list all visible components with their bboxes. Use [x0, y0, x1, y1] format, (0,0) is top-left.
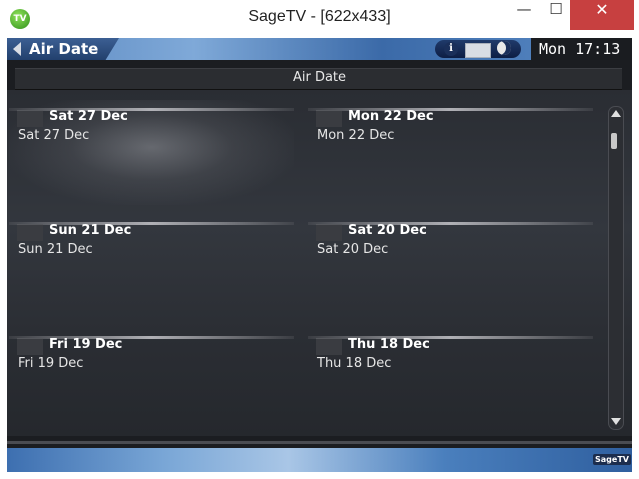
item-subtitle: Thu 18 Dec: [317, 356, 392, 371]
item-title: Sun 21 Dec: [49, 223, 132, 238]
grid-item-4[interactable]: Fri 19 Dec Fri 19 Dec: [9, 328, 294, 433]
info-icon[interactable]: i: [444, 42, 458, 56]
bottom-bar: [7, 448, 632, 472]
page-title: Air Date: [29, 40, 99, 58]
item-title: Sat 20 Dec: [348, 223, 427, 238]
item-subtitle: Sat 20 Dec: [317, 242, 389, 257]
folder-icon: [316, 110, 342, 127]
scroll-thumb[interactable]: [611, 133, 617, 149]
item-subtitle: Sat 27 Dec: [18, 128, 90, 143]
item-subtitle: Fri 19 Dec: [18, 356, 84, 371]
grid-item-5[interactable]: Thu 18 Dec Thu 18 Dec: [308, 328, 593, 433]
back-button[interactable]: Air Date: [7, 38, 119, 60]
item-subtitle: Mon 22 Dec: [317, 128, 395, 143]
item-title: Mon 22 Dec: [348, 109, 434, 124]
folder-icon: [17, 224, 43, 241]
scrollbar[interactable]: [608, 106, 624, 430]
back-arrow-icon: [13, 42, 21, 56]
close-button[interactable]: ✕: [570, 0, 634, 30]
clock: Mon 17:13: [539, 40, 621, 58]
scroll-up-arrow-icon[interactable]: [611, 110, 621, 117]
mail-icon: [465, 43, 491, 58]
item-title: Sat 27 Dec: [49, 109, 128, 124]
item-title: Thu 18 Dec: [348, 337, 430, 352]
grid-item-0[interactable]: Sat 27 Dec Sat 27 Dec: [9, 100, 294, 205]
folder-icon: [17, 338, 43, 355]
window-titlebar: TV SageTV - [622x433] — ☐ ✕: [0, 0, 639, 38]
scroll-down-arrow-icon[interactable]: [611, 418, 621, 425]
moon-icon: [497, 41, 511, 55]
item-title: Fri 19 Dec: [49, 337, 123, 352]
grid-item-2[interactable]: Sun 21 Dec Sun 21 Dec: [9, 214, 294, 319]
item-subtitle: Sun 21 Dec: [18, 242, 93, 257]
grid-item-3[interactable]: Sat 20 Dec Sat 20 Dec: [308, 214, 593, 319]
sagetv-frame: Air Date i Mon 17:13 Air Date Sat 27 Dec…: [7, 38, 632, 472]
folder-icon: [17, 110, 43, 127]
sagetv-logo: SageTV: [593, 454, 631, 465]
folder-icon: [316, 224, 342, 241]
folder-icon: [316, 338, 342, 355]
bottom-divider: [7, 441, 632, 444]
column-header-label: Air Date: [292, 70, 347, 85]
grid-item-1[interactable]: Mon 22 Dec Mon 22 Dec: [308, 100, 593, 205]
